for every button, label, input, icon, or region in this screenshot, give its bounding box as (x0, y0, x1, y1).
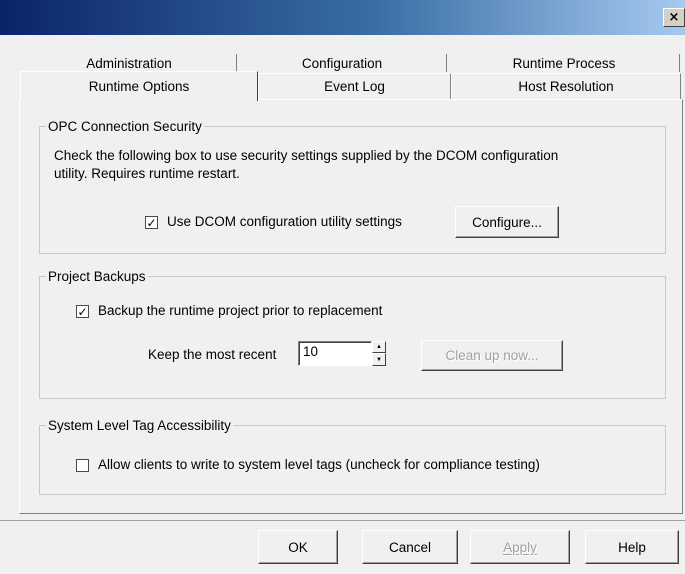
keep-recent-value: 10 (303, 344, 319, 359)
tab-event-log[interactable]: Event Log (258, 73, 451, 99)
tab-divider (679, 54, 680, 72)
tab-label: Configuration (301, 55, 383, 71)
opc-security-group: OPC Connection Security (39, 118, 666, 254)
footer-divider (0, 520, 685, 521)
tab-divider (236, 54, 237, 72)
keep-recent-label: Keep the most recent (148, 347, 277, 362)
arrow-down-icon: ▼ (376, 356, 382, 363)
check-icon: ✓ (146, 215, 157, 230)
help-button[interactable]: Help (585, 530, 679, 564)
spin-down-button[interactable]: ▼ (372, 353, 386, 366)
apply-button[interactable]: Apply (470, 530, 570, 564)
backup-project-label[interactable]: Backup the runtime project prior to repl… (98, 303, 382, 318)
backup-project-checkbox[interactable]: ✓ (76, 305, 89, 318)
tab-label: Host Resolution (518, 79, 614, 94)
button-label: Configure... (472, 214, 542, 230)
dcom-settings-label[interactable]: Use DCOM configuration utility settings (167, 214, 402, 229)
button-label: OK (288, 539, 308, 555)
title-bar[interactable]: × (0, 0, 685, 35)
project-backups-group: Project Backups (39, 268, 666, 399)
tab-label: Administration (86, 55, 172, 71)
dialog-window: × Administration Configuration Runtime P… (0, 0, 685, 574)
clean-up-button[interactable]: Clean up now... (421, 340, 563, 371)
button-label: Clean up now... (445, 348, 539, 363)
tab-administration[interactable]: Administration (20, 53, 238, 73)
group-title: OPC Connection Security (46, 118, 204, 135)
tab-runtime-process[interactable]: Runtime Process (448, 53, 680, 73)
tab-label: Runtime Options (88, 79, 190, 94)
opc-description-line2: utility. Requires runtime restart. (54, 166, 240, 181)
opc-description-line1: Check the following box to use security … (54, 148, 559, 163)
close-button[interactable]: × (663, 8, 685, 27)
tab-configuration[interactable]: Configuration (238, 53, 446, 73)
button-label: Apply (503, 539, 537, 555)
spin-up-button[interactable]: ▲ (372, 341, 386, 353)
keep-recent-input[interactable]: 10 (298, 341, 372, 366)
arrow-up-icon: ▲ (376, 344, 382, 350)
tab-host-resolution[interactable]: Host Resolution (451, 73, 681, 99)
group-title: Project Backups (46, 268, 148, 285)
configure-button[interactable]: Configure... (455, 206, 559, 238)
check-icon: ✓ (77, 304, 88, 319)
system-tags-label[interactable]: Allow clients to write to system level t… (98, 457, 540, 472)
close-icon: × (668, 10, 680, 25)
button-label: Help (618, 539, 646, 555)
group-title: System Level Tag Accessibility (46, 417, 233, 434)
button-label: Cancel (388, 539, 432, 555)
cancel-button[interactable]: Cancel (362, 530, 458, 564)
tab-runtime-options[interactable]: Runtime Options (20, 71, 258, 101)
tab-label: Runtime Process (512, 55, 616, 71)
dcom-settings-checkbox[interactable]: ✓ (145, 216, 158, 229)
system-tags-checkbox[interactable] (76, 459, 89, 472)
tab-label: Event Log (324, 79, 385, 94)
ok-button[interactable]: OK (258, 530, 338, 564)
tab-divider (446, 54, 447, 72)
